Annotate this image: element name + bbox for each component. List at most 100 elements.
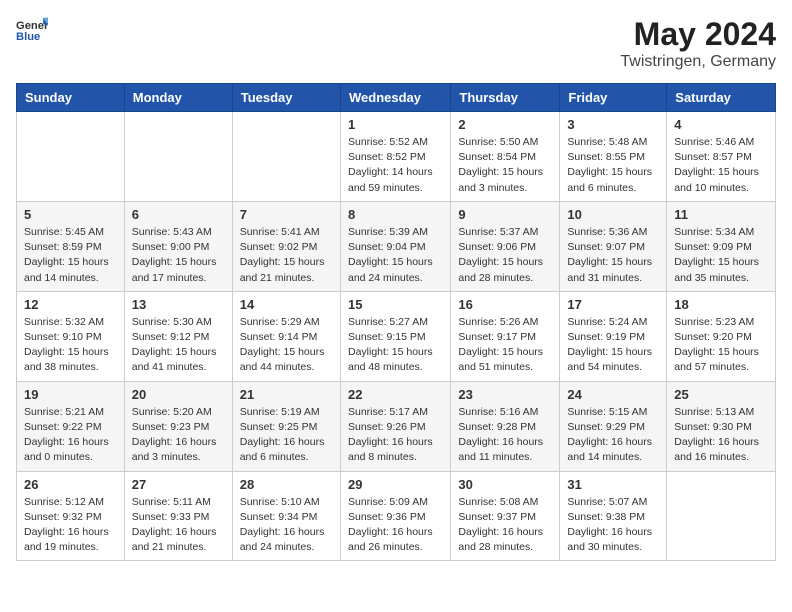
day-number: 11 — [674, 207, 768, 222]
week-row-1: 1Sunrise: 5:52 AM Sunset: 8:52 PM Daylig… — [17, 112, 776, 202]
day-info: Sunrise: 5:39 AM Sunset: 9:04 PM Dayligh… — [348, 225, 443, 286]
day-cell-17: 17Sunrise: 5:24 AM Sunset: 9:19 PM Dayli… — [560, 291, 667, 381]
week-row-4: 19 Sunrise: 5:21 AM Sunset: 9:22 PM Dayli… — [17, 381, 776, 471]
day-info: Sunrise: 5:21 AM Sunset: 9:22 PM Dayligh… — [24, 405, 117, 466]
day-number: 29 — [348, 477, 443, 492]
day-number: 2 — [458, 117, 552, 132]
week-row-2: 5 Sunrise: 5:45 AM Sunset: 8:59 PM Daylig… — [17, 201, 776, 291]
day-info: Sunrise: 5:16 AM Sunset: 9:28 PM Dayligh… — [458, 405, 552, 466]
day-info: Sunrise: 5:08 AM Sunset: 9:37 PM Dayligh… — [458, 495, 552, 556]
day-info: Sunrise: 5:15 AM Sunset: 9:29 PM Dayligh… — [567, 405, 659, 466]
day-info: Sunrise: 5:43 AM Sunset: 9:00 PM Dayligh… — [132, 225, 225, 286]
day-number: 30 — [458, 477, 552, 492]
day-number: 12 — [24, 297, 117, 312]
day-info: Sunrise: 5:45 AM Sunset: 8:59 PM Dayligh… — [24, 225, 117, 286]
day-cell-31: 31 Sunrise: 5:07 AM Sunset: 9:38 PM Dayli… — [560, 471, 667, 561]
day-number: 5 — [24, 207, 117, 222]
day-cell-12: 12Sunrise: 5:32 AM Sunset: 9:10 PM Dayli… — [17, 291, 125, 381]
day-info: Sunrise: 5:26 AM Sunset: 9:17 PM Dayligh… — [458, 315, 552, 376]
day-cell-15: 15 Sunrise: 5:27 AM Sunset: 9:15 PM Dayli… — [340, 291, 450, 381]
day-info: Sunrise: 5:19 AM Sunset: 9:25 PM Dayligh… — [240, 405, 333, 466]
empty-cell — [124, 112, 232, 202]
day-cell-16: 16 Sunrise: 5:26 AM Sunset: 9:17 PM Dayli… — [451, 291, 560, 381]
day-info: Sunrise: 5:48 AM Sunset: 8:55 PM Dayligh… — [567, 135, 659, 196]
logo-icon: General Blue — [16, 16, 48, 44]
day-info: Sunrise: 5:37 AM Sunset: 9:06 PM Dayligh… — [458, 225, 552, 286]
day-number: 16 — [458, 297, 552, 312]
day-info: Sunrise: 5:10 AM Sunset: 9:34 PM Dayligh… — [240, 495, 333, 556]
day-cell-28: 28Sunrise: 5:10 AM Sunset: 9:34 PM Dayli… — [232, 471, 340, 561]
day-number: 19 — [24, 387, 117, 402]
logo: General Blue — [16, 16, 48, 44]
day-info: Sunrise: 5:36 AM Sunset: 9:07 PM Dayligh… — [567, 225, 659, 286]
day-number: 18 — [674, 297, 768, 312]
day-cell-29: 29 Sunrise: 5:09 AM Sunset: 9:36 PM Dayli… — [340, 471, 450, 561]
day-number: 27 — [132, 477, 225, 492]
week-row-3: 12Sunrise: 5:32 AM Sunset: 9:10 PM Dayli… — [17, 291, 776, 381]
day-number: 13 — [132, 297, 225, 312]
day-number: 31 — [567, 477, 659, 492]
location-title: Twistringen, Germany — [620, 53, 776, 71]
title-block: May 2024 Twistringen, Germany — [620, 16, 776, 71]
day-number: 14 — [240, 297, 333, 312]
day-info: Sunrise: 5:20 AM Sunset: 9:23 PM Dayligh… — [132, 405, 225, 466]
day-cell-9: 9 Sunrise: 5:37 AM Sunset: 9:06 PM Daylig… — [451, 201, 560, 291]
calendar-table: SundayMondayTuesdayWednesdayThursdayFrid… — [16, 83, 776, 561]
day-number: 7 — [240, 207, 333, 222]
weekday-header-row: SundayMondayTuesdayWednesdayThursdayFrid… — [17, 84, 776, 112]
day-cell-3: 3 Sunrise: 5:48 AM Sunset: 8:55 PM Daylig… — [560, 112, 667, 202]
day-number: 26 — [24, 477, 117, 492]
day-cell-13: 13 Sunrise: 5:30 AM Sunset: 9:12 PM Dayli… — [124, 291, 232, 381]
day-number: 15 — [348, 297, 443, 312]
day-number: 10 — [567, 207, 659, 222]
day-info: Sunrise: 5:27 AM Sunset: 9:15 PM Dayligh… — [348, 315, 443, 376]
day-cell-23: 23Sunrise: 5:16 AM Sunset: 9:28 PM Dayli… — [451, 381, 560, 471]
day-info: Sunrise: 5:30 AM Sunset: 9:12 PM Dayligh… — [132, 315, 225, 376]
weekday-header-sunday: Sunday — [17, 84, 125, 112]
day-info: Sunrise: 5:12 AM Sunset: 9:32 PM Dayligh… — [24, 495, 117, 556]
day-cell-27: 27 Sunrise: 5:11 AM Sunset: 9:33 PM Dayli… — [124, 471, 232, 561]
weekday-header-monday: Monday — [124, 84, 232, 112]
day-number: 4 — [674, 117, 768, 132]
day-info: Sunrise: 5:34 AM Sunset: 9:09 PM Dayligh… — [674, 225, 768, 286]
day-cell-25: 25 Sunrise: 5:13 AM Sunset: 9:30 PM Dayli… — [667, 381, 776, 471]
day-cell-24: 24 Sunrise: 5:15 AM Sunset: 9:29 PM Dayli… — [560, 381, 667, 471]
day-info: Sunrise: 5:07 AM Sunset: 9:38 PM Dayligh… — [567, 495, 659, 556]
day-cell-18: 18 Sunrise: 5:23 AM Sunset: 9:20 PM Dayli… — [667, 291, 776, 381]
day-info: Sunrise: 5:29 AM Sunset: 9:14 PM Dayligh… — [240, 315, 333, 376]
day-cell-10: 10 Sunrise: 5:36 AM Sunset: 9:07 PM Dayli… — [560, 201, 667, 291]
day-info: Sunrise: 5:24 AM Sunset: 9:19 PM Dayligh… — [567, 315, 659, 376]
day-number: 9 — [458, 207, 552, 222]
day-cell-4: 4Sunrise: 5:46 AM Sunset: 8:57 PM Daylig… — [667, 112, 776, 202]
day-cell-20: 20Sunrise: 5:20 AM Sunset: 9:23 PM Dayli… — [124, 381, 232, 471]
day-number: 1 — [348, 117, 443, 132]
day-number: 21 — [240, 387, 333, 402]
day-number: 3 — [567, 117, 659, 132]
svg-text:Blue: Blue — [16, 31, 40, 43]
day-info: Sunrise: 5:13 AM Sunset: 9:30 PM Dayligh… — [674, 405, 768, 466]
day-number: 22 — [348, 387, 443, 402]
day-cell-14: 14 Sunrise: 5:29 AM Sunset: 9:14 PM Dayli… — [232, 291, 340, 381]
day-number: 24 — [567, 387, 659, 402]
day-info: Sunrise: 5:50 AM Sunset: 8:54 PM Dayligh… — [458, 135, 552, 196]
day-info: Sunrise: 5:17 AM Sunset: 9:26 PM Dayligh… — [348, 405, 443, 466]
day-cell-26: 26 Sunrise: 5:12 AM Sunset: 9:32 PM Dayli… — [17, 471, 125, 561]
month-title: May 2024 — [620, 16, 776, 53]
day-info: Sunrise: 5:11 AM Sunset: 9:33 PM Dayligh… — [132, 495, 225, 556]
day-info: Sunrise: 5:23 AM Sunset: 9:20 PM Dayligh… — [674, 315, 768, 376]
empty-cell — [232, 112, 340, 202]
empty-cell — [17, 112, 125, 202]
day-cell-22: 22 Sunrise: 5:17 AM Sunset: 9:26 PM Dayli… — [340, 381, 450, 471]
weekday-header-wednesday: Wednesday — [340, 84, 450, 112]
day-info: Sunrise: 5:09 AM Sunset: 9:36 PM Dayligh… — [348, 495, 443, 556]
day-number: 6 — [132, 207, 225, 222]
day-cell-11: 11 Sunrise: 5:34 AM Sunset: 9:09 PM Dayli… — [667, 201, 776, 291]
day-cell-2: 2 Sunrise: 5:50 AM Sunset: 8:54 PM Daylig… — [451, 112, 560, 202]
day-cell-5: 5 Sunrise: 5:45 AM Sunset: 8:59 PM Daylig… — [17, 201, 125, 291]
day-number: 25 — [674, 387, 768, 402]
day-info: Sunrise: 5:41 AM Sunset: 9:02 PM Dayligh… — [240, 225, 333, 286]
day-number: 8 — [348, 207, 443, 222]
weekday-header-saturday: Saturday — [667, 84, 776, 112]
week-row-5: 26 Sunrise: 5:12 AM Sunset: 9:32 PM Dayli… — [17, 471, 776, 561]
page-header: General Blue May 2024 Twistringen, Germa… — [16, 16, 776, 71]
